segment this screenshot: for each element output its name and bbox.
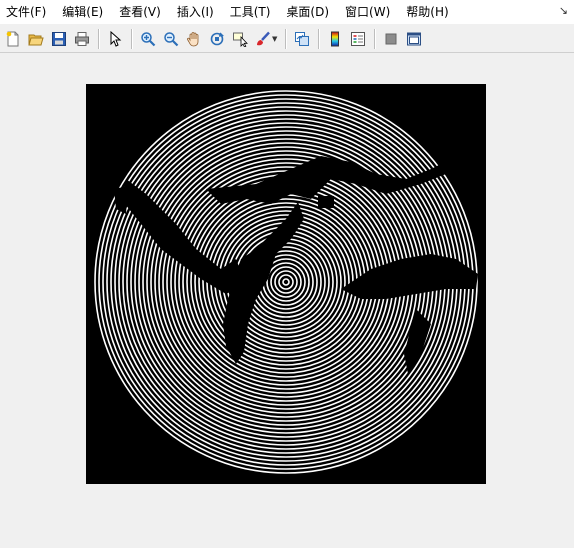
menu-help[interactable]: 帮助(H) bbox=[398, 0, 456, 24]
new-figure-icon[interactable] bbox=[2, 28, 24, 50]
toolbar-separator bbox=[374, 29, 377, 49]
zoom-out-icon[interactable] bbox=[160, 28, 182, 50]
menu-file[interactable]: 文件(F) bbox=[0, 0, 54, 24]
toolbar-separator bbox=[131, 29, 133, 49]
insert-colorbar-icon[interactable] bbox=[324, 28, 346, 50]
edit-plot-arrow-icon[interactable] bbox=[104, 28, 126, 50]
rotate-3d-icon[interactable] bbox=[206, 28, 228, 50]
menu-desktop[interactable]: 桌面(D) bbox=[278, 0, 337, 24]
hide-plot-tools-icon[interactable] bbox=[380, 28, 402, 50]
toolbar-separator bbox=[98, 29, 100, 49]
pan-hand-icon[interactable] bbox=[183, 28, 205, 50]
toolbar-separator bbox=[285, 29, 288, 49]
menu-edit[interactable]: 编辑(E) bbox=[54, 0, 111, 24]
menu-insert[interactable]: 插入(I) bbox=[169, 0, 222, 24]
dock-figure-icon[interactable]: ↘ bbox=[559, 4, 568, 17]
menu-window[interactable]: 窗口(W) bbox=[337, 0, 398, 24]
print-icon[interactable] bbox=[71, 28, 93, 50]
data-cursor-icon[interactable] bbox=[229, 28, 251, 50]
axes-background bbox=[86, 84, 486, 484]
link-plot-icon[interactable] bbox=[291, 28, 313, 50]
menu-bar: 文件(F) 编辑(E) 查看(V) 插入(I) 工具(T) 桌面(D) 窗口(W… bbox=[0, 0, 574, 24]
save-icon[interactable] bbox=[48, 28, 70, 50]
zoom-in-icon[interactable] bbox=[137, 28, 159, 50]
open-file-icon[interactable] bbox=[25, 28, 47, 50]
insert-legend-icon[interactable] bbox=[347, 28, 369, 50]
menu-tools[interactable]: 工具(T) bbox=[222, 0, 279, 24]
show-plot-tools-icon[interactable] bbox=[403, 28, 425, 50]
brush-icon[interactable] bbox=[252, 28, 274, 50]
figure-toolbar: ▼ bbox=[0, 26, 574, 53]
concentric-ring-image bbox=[86, 84, 486, 484]
menu-view[interactable]: 查看(V) bbox=[111, 0, 169, 24]
toolbar-separator bbox=[318, 29, 321, 49]
figure-image-axes[interactable] bbox=[86, 84, 486, 484]
brush-dropdown-icon[interactable]: ▼ bbox=[272, 35, 277, 43]
